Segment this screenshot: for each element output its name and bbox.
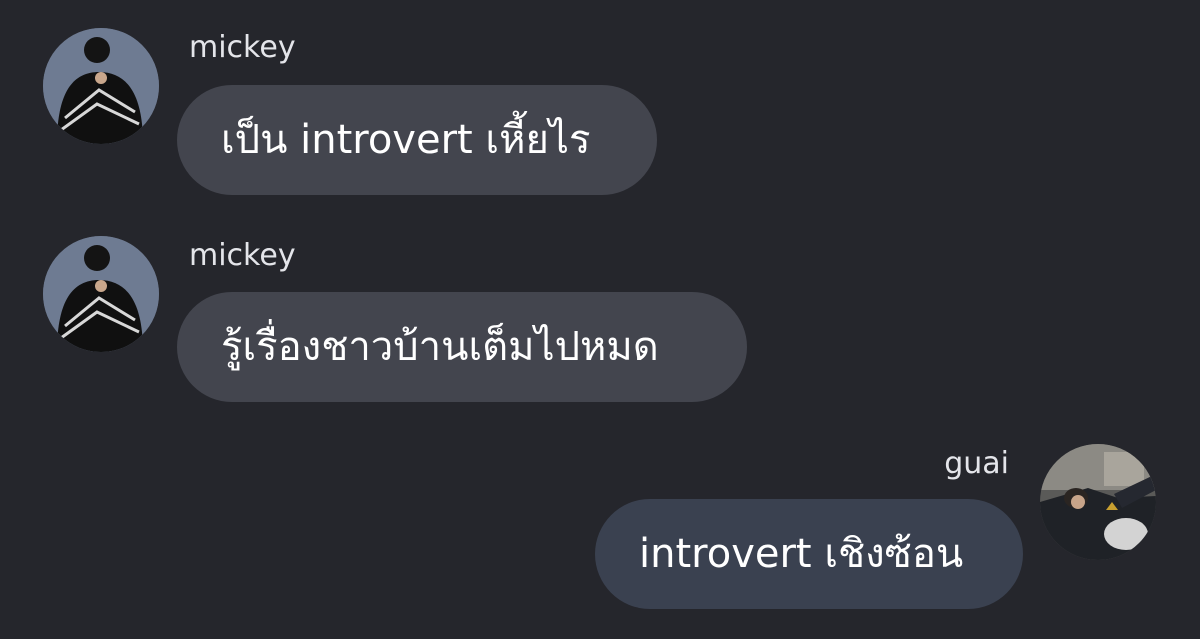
- person-silhouette-icon: [43, 236, 159, 352]
- sender-name: guai: [944, 446, 1009, 481]
- person-photo-icon: [1040, 444, 1156, 560]
- sender-name: mickey: [189, 238, 296, 273]
- avatar[interactable]: [43, 236, 159, 352]
- avatar[interactable]: [43, 28, 159, 144]
- avatar[interactable]: [1040, 444, 1156, 560]
- person-silhouette-icon: [43, 28, 159, 144]
- message-bubble[interactable]: เป็น introvert เหี้ยไร: [177, 85, 657, 195]
- message-text: เป็น introvert เหี้ยไร: [221, 117, 591, 163]
- message-text: รู้เรื่องชาวบ้านเต็มไปหมด: [221, 324, 659, 370]
- message-bubble[interactable]: introvert เชิงซ้อน: [595, 499, 1023, 609]
- message-bubble[interactable]: รู้เรื่องชาวบ้านเต็มไปหมด: [177, 292, 747, 402]
- sender-name: mickey: [189, 30, 296, 65]
- message-text: introvert เชิงซ้อน: [639, 531, 964, 577]
